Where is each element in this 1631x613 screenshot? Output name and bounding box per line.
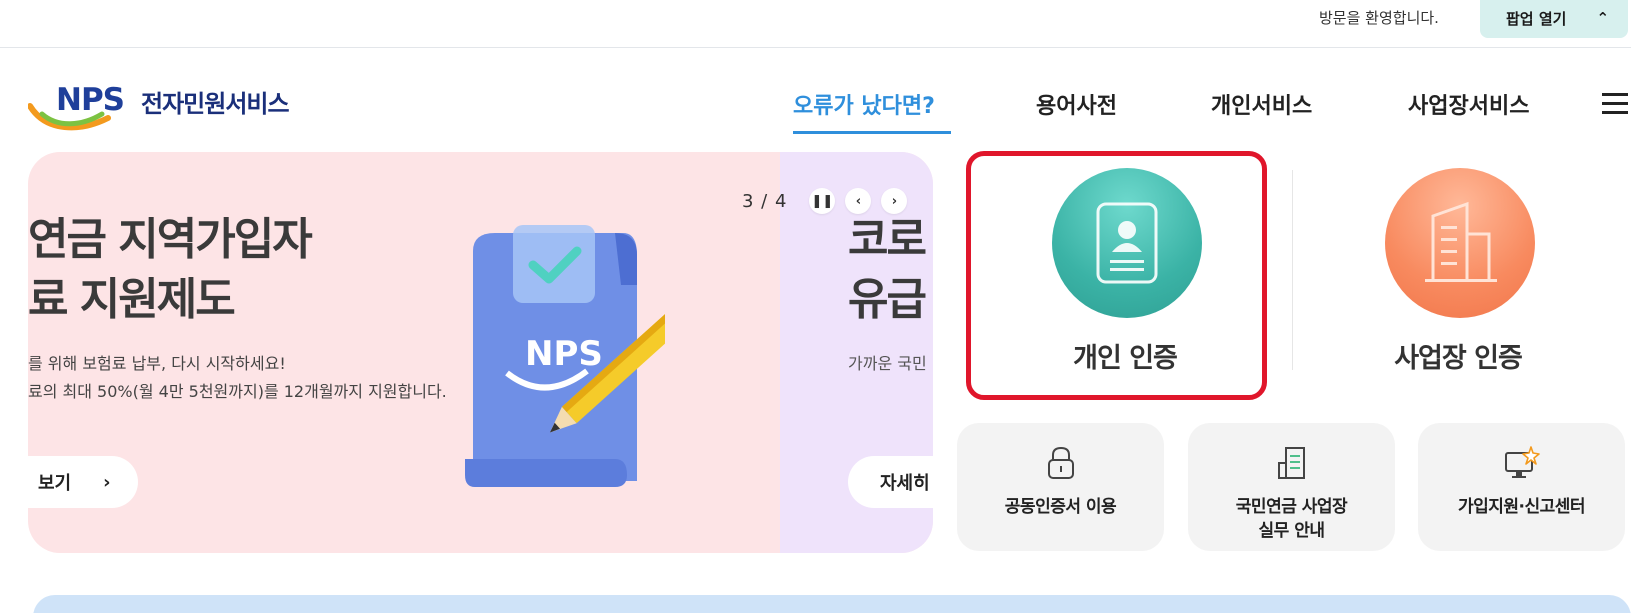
nps-document-illustration: NPS [465, 225, 665, 487]
building-icon [1385, 168, 1535, 318]
nav-item-error-help[interactable]: 오류가 났다면? [793, 88, 935, 120]
joint-certificate-card[interactable]: 공동인증서 이용 [957, 423, 1164, 551]
next-slide-title: 코로 유급 [848, 214, 927, 325]
slide-view-label: 보기 [38, 473, 72, 494]
lock-icon [1047, 446, 1074, 479]
utility-bar: 방문을 환영합니다. 팝업 열기 ⌃ [0, 0, 1631, 48]
monitor-star-icon [1504, 446, 1540, 478]
pause-icon[interactable]: ❚❚ [809, 188, 836, 214]
auth-divider [1292, 170, 1293, 370]
slide-counter: 3 / 4 [742, 190, 788, 212]
joint-certificate-label: 공동인증서 이용 [1004, 497, 1117, 517]
next-slide-detail-button[interactable]: 자세히 [848, 456, 933, 508]
welcome-text: 방문을 환영합니다. [1319, 9, 1439, 27]
popup-open-label: 팝업 열기 [1506, 9, 1567, 28]
personal-auth-card[interactable]: 개인 인증 [975, 160, 1275, 400]
support-center-card[interactable]: 가입지원·신고센터 [1418, 423, 1625, 551]
personal-auth-label: 개인 인증 [1073, 343, 1178, 374]
chevron-right-icon[interactable]: › [881, 188, 908, 214]
document-building-icon [1277, 447, 1305, 479]
hamburger-menu-icon[interactable] [1602, 93, 1628, 115]
nav-item-personal-service[interactable]: 개인서비스 [1211, 88, 1312, 120]
business-auth-card[interactable]: 사업장 인증 [1308, 160, 1608, 400]
chevron-right-icon: › [103, 471, 111, 493]
business-auth-label: 사업장 인증 [1394, 343, 1523, 374]
nav-active-indicator [793, 131, 951, 134]
nav-item-business-service[interactable]: 사업장서비스 [1408, 88, 1529, 120]
next-slide-description: 가까운 국민 [848, 354, 927, 373]
popup-open-button[interactable]: 팝업 열기 ⌃ [1480, 0, 1628, 38]
chevron-up-icon: ⌃ [1596, 9, 1610, 27]
chevron-left-icon[interactable]: ‹ [845, 188, 872, 214]
slide-description: 를 위해 보험료 납부, 다시 시작하세요! 료의 최대 50%(월 4만 5천… [28, 354, 447, 401]
slide-title: 연금 지역가입자 료 지원제도 [28, 214, 313, 325]
business-guide-label: 국민연금 사업장 실무 안내 [1235, 497, 1348, 541]
bottom-section [33, 595, 1631, 613]
support-center-label: 가입지원·신고센터 [1457, 497, 1586, 517]
nav-item-glossary[interactable]: 용어사전 [1036, 88, 1117, 120]
business-guide-card[interactable]: 국민연금 사업장 실무 안내 [1188, 423, 1395, 551]
slide-view-button[interactable]: 보기 › [28, 456, 138, 508]
illustration-nps-text: NPS [525, 334, 603, 374]
id-card-icon [1052, 168, 1202, 318]
slider-controls: 3 / 4 ❚❚ ‹ › [742, 186, 908, 216]
